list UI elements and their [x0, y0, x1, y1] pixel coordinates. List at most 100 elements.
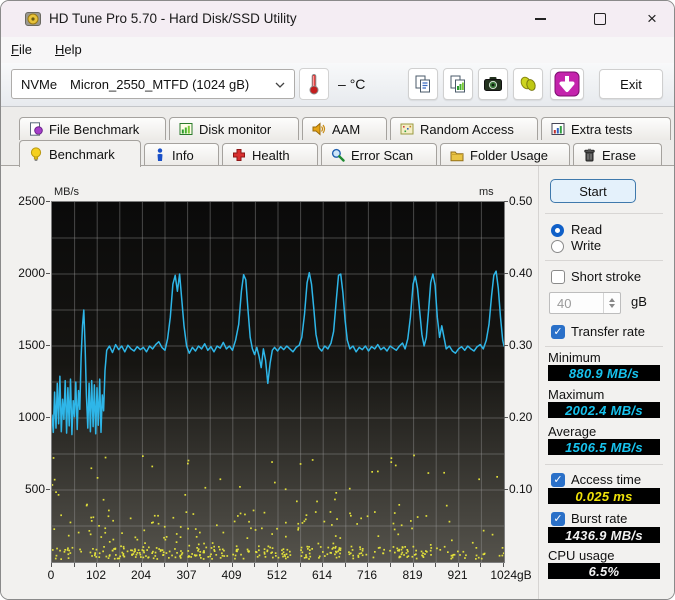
- y-left-tick-label: 1500: [18, 338, 45, 352]
- read-radio[interactable]: [551, 224, 564, 237]
- burst-rate-checkbox[interactable]: ✓: [551, 512, 565, 526]
- camera-icon: [484, 77, 502, 91]
- tab-erase[interactable]: Erase: [573, 143, 662, 166]
- x-tick-mark: [503, 563, 504, 567]
- minimize-button[interactable]: [523, 7, 557, 31]
- drive-selector-dropdown[interactable]: NVMe Micron_2550_MTFD (1024 gB): [11, 69, 295, 99]
- copy-screenshot-button[interactable]: [443, 68, 473, 100]
- benchmark-pane: MB/s ms 2500 2000 1500 1000 500 0.50 0.40 0.30 0…: [1, 166, 674, 599]
- tab-label: Disk monitor: [199, 121, 272, 137]
- tab-label: Erase: [602, 147, 636, 163]
- tab-label: Health: [252, 147, 290, 163]
- copy-text-button[interactable]: [408, 68, 438, 100]
- menu-help[interactable]: Help: [55, 42, 82, 57]
- benchmark-plot: [51, 201, 505, 563]
- transfer-rate-checkbox[interactable]: ✓: [551, 325, 565, 339]
- y-right-tick-mark: [504, 489, 508, 490]
- x-tick-mark: [51, 563, 52, 567]
- write-radio[interactable]: [551, 240, 564, 253]
- x-tick-label: 921: [447, 568, 468, 582]
- tab-extra-tests[interactable]: Extra tests: [541, 117, 671, 140]
- toolbar: NVMe Micron_2550_MTFD (1024 gB) – °C Exi…: [1, 63, 674, 107]
- chevron-down-icon: [275, 82, 285, 88]
- maximum-value: 2002.4 MB/s: [548, 402, 660, 418]
- tab-aam[interactable]: AAM: [302, 117, 387, 140]
- stepper-up-icon[interactable]: [609, 298, 615, 302]
- y-left-tick-mark: [46, 201, 50, 202]
- short-stroke-size-stepper[interactable]: 40: [549, 292, 621, 314]
- tab-label: File Benchmark: [49, 121, 140, 137]
- access-time-label: Access time: [571, 472, 642, 487]
- y-left-tick-label: 1000: [18, 410, 45, 424]
- tab-folder-usage[interactable]: Folder Usage: [440, 143, 570, 166]
- menu-file[interactable]: File: [11, 42, 32, 57]
- stepper-down-icon[interactable]: [609, 304, 615, 308]
- minimum-value: 880.9 MB/s: [548, 365, 660, 381]
- x-tick-mark: [277, 563, 278, 567]
- separator: [545, 464, 663, 465]
- start-button[interactable]: Start: [550, 179, 636, 203]
- x-tick-mark: [480, 563, 482, 567]
- write-radio-label: Write: [571, 238, 602, 253]
- x-tick-mark: [457, 563, 459, 567]
- file-benchmark-icon: [30, 122, 43, 136]
- check-updates-button[interactable]: [550, 68, 584, 100]
- close-button[interactable]: ×: [635, 7, 669, 31]
- maximize-button[interactable]: [583, 7, 617, 31]
- x-tick-mark: [412, 563, 414, 567]
- y-left-tick-mark: [46, 417, 50, 418]
- tab-strip: File Benchmark Disk monitor AAM Random A…: [1, 107, 674, 167]
- temperature-value: –: [338, 76, 346, 92]
- burst-rate-value: 1436.9 MB/s: [548, 527, 660, 543]
- minimum-label: Minimum: [548, 350, 601, 365]
- hd-tune-app-icon: [25, 11, 41, 27]
- y-axis-right-unit: ms: [479, 186, 494, 198]
- minimize-icon: [534, 18, 546, 20]
- short-stroke-unit-label: gB: [631, 294, 647, 309]
- random-access-icon: [400, 123, 414, 135]
- y-left-tick-label: 2500: [18, 194, 45, 208]
- purple-download-arrow-icon: [554, 71, 580, 97]
- tab-benchmark[interactable]: Benchmark: [19, 140, 141, 167]
- tab-file-benchmark[interactable]: File Benchmark: [19, 117, 166, 140]
- temperature-button[interactable]: [299, 68, 329, 100]
- y-right-tick-mark: [504, 345, 508, 346]
- y-left-tick-mark: [46, 273, 50, 274]
- x-tick-mark: [73, 563, 75, 567]
- tab-error-scan[interactable]: Error Scan: [321, 143, 437, 166]
- save-screenshot-button[interactable]: [478, 68, 508, 100]
- x-tick-mark: [164, 563, 165, 567]
- tab-disk-monitor[interactable]: Disk monitor: [169, 117, 299, 140]
- drive-bus-type: NVMe: [21, 77, 58, 92]
- access-time-value: 0.025 ms: [548, 488, 660, 504]
- tab-health[interactable]: Health: [222, 143, 318, 166]
- average-label: Average: [548, 424, 597, 439]
- x-tick-mark: [118, 563, 120, 567]
- copy-screenshot-to-clipboard-icon: [450, 75, 465, 93]
- stepper-buttons[interactable]: [603, 293, 620, 313]
- exit-button[interactable]: Exit: [599, 69, 663, 99]
- average-value: 1506.5 MB/s: [548, 439, 660, 455]
- y-right-tick-mark: [504, 201, 508, 202]
- y-right-tick-mark: [504, 417, 508, 418]
- short-stroke-checkbox[interactable]: [551, 270, 565, 284]
- options-button[interactable]: [513, 68, 543, 100]
- tab-label: Folder Usage: [470, 147, 549, 163]
- burst-rate-label: Burst rate: [571, 511, 628, 526]
- tab-label: AAM: [332, 121, 361, 137]
- disk-monitor-icon: [179, 123, 193, 135]
- access-time-checkbox[interactable]: ✓: [551, 473, 565, 487]
- maximum-label: Maximum: [548, 387, 605, 402]
- maximize-icon: [594, 13, 606, 25]
- x-tick-label: 1024gB: [490, 568, 532, 582]
- y-left-tick-mark: [46, 345, 50, 346]
- titlebar: HD Tune Pro 5.70 - Hard Disk/SSD Utility…: [1, 1, 674, 37]
- tab-random-access[interactable]: Random Access: [390, 117, 538, 140]
- tab-label: Error Scan: [351, 147, 414, 163]
- x-tick-mark: [254, 563, 256, 567]
- short-stroke-label: Short stroke: [571, 269, 642, 284]
- copy-text-to-clipboard-icon: [415, 75, 430, 93]
- y-right-tick-mark: [504, 273, 508, 274]
- tab-info[interactable]: Info: [144, 143, 219, 166]
- x-tick-mark: [435, 563, 437, 567]
